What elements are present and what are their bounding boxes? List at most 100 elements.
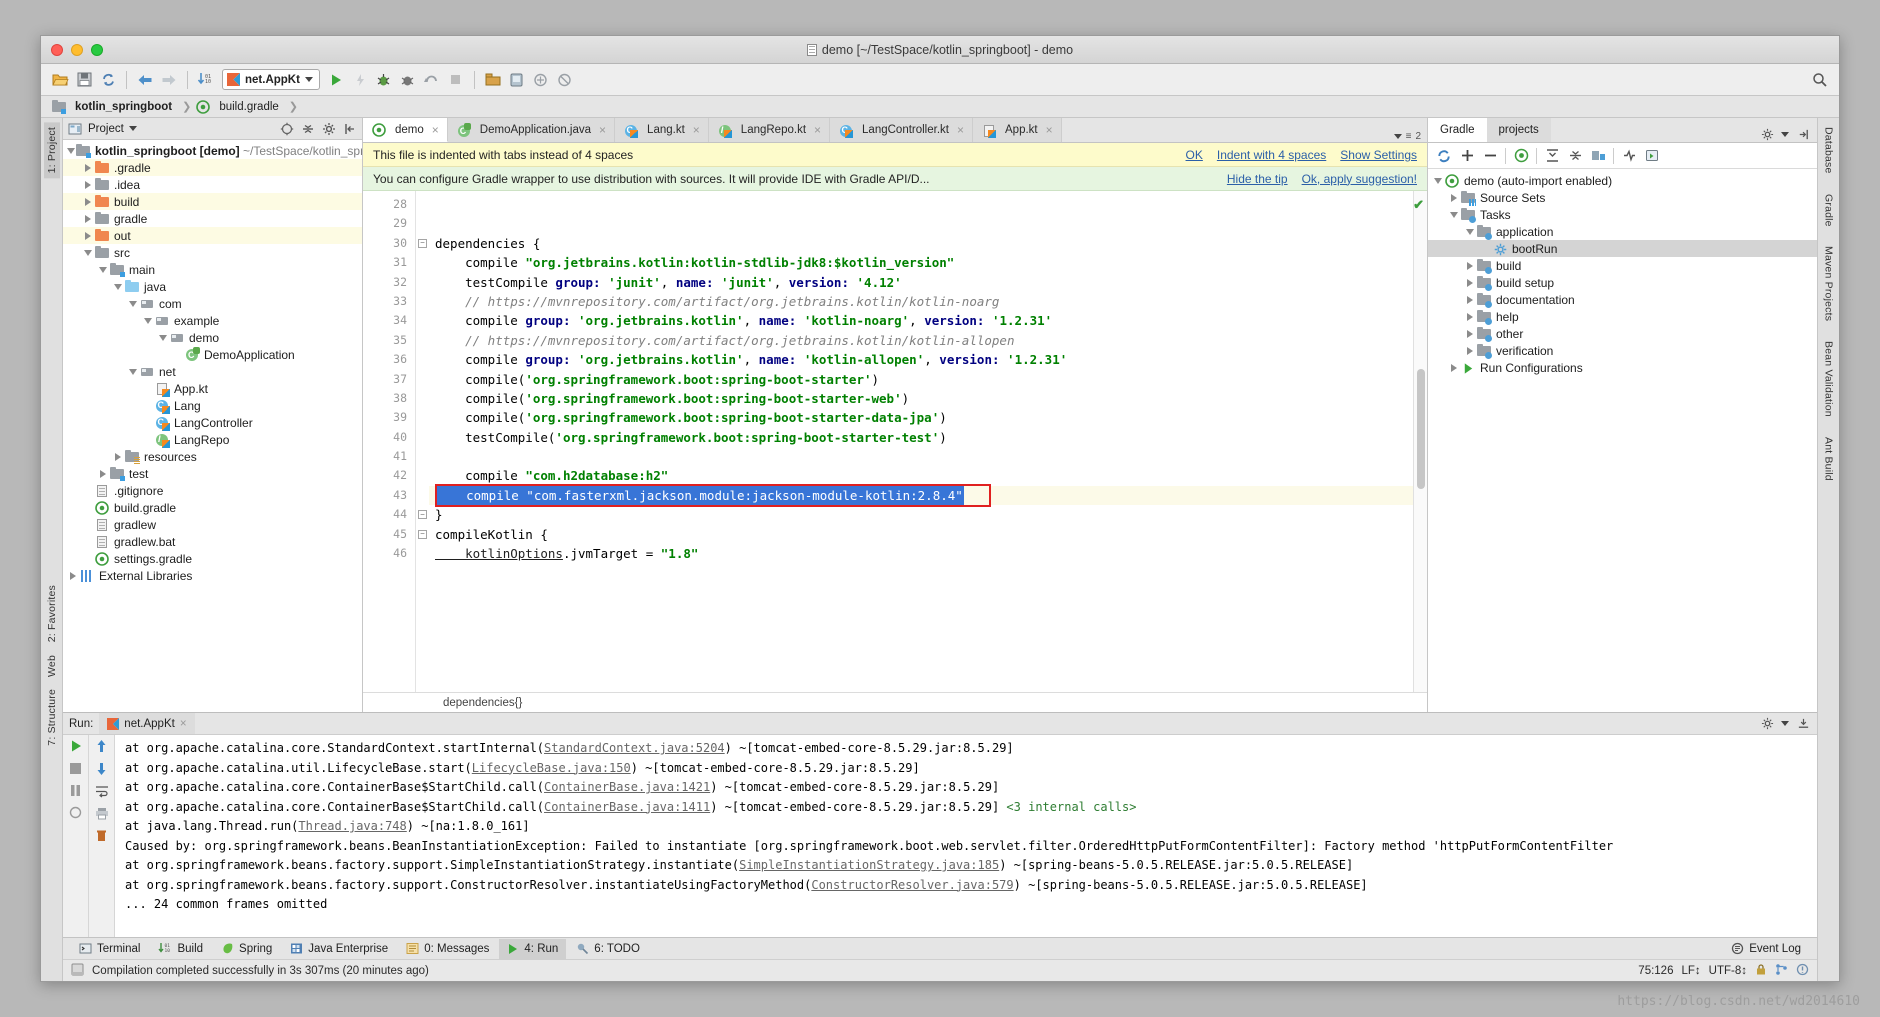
expand-toggle[interactable] [127, 300, 139, 307]
gear-icon[interactable] [321, 121, 337, 137]
fold-marker[interactable] [416, 408, 429, 427]
fold-marker[interactable] [416, 486, 429, 505]
run-with-coverage-icon[interactable] [349, 69, 371, 91]
editor-tab-demoapplication-java[interactable]: C DemoApplication.java × [447, 118, 616, 142]
notification-action-settings[interactable]: Show Settings [1340, 148, 1417, 162]
project-tree-node-langcontroller[interactable]: C LangController [63, 414, 362, 431]
project-tree-node-out[interactable]: out [63, 227, 362, 244]
gradle-tree-node-other[interactable]: other [1428, 325, 1817, 342]
project-panel-chevron-down-icon[interactable] [128, 126, 137, 131]
gradle-tree-node-source-sets[interactable]: Source Sets [1428, 189, 1817, 206]
editor-tab-langcontroller-kt[interactable]: C LangController.kt × [830, 118, 973, 142]
gradle-tree-node-tasks[interactable]: Tasks [1428, 206, 1817, 223]
right-tool-rail[interactable]: Database Gradle Maven Projects Bean Vali… [1817, 118, 1839, 981]
sidebar-item-ant-build[interactable]: Ant Build [1821, 432, 1837, 486]
close-icon[interactable]: × [693, 123, 700, 137]
code-line[interactable]: // https://mvnrepository.com/artifact/or… [429, 331, 1413, 350]
soft-wrap-icon[interactable] [95, 785, 109, 801]
fold-marker[interactable] [416, 311, 429, 330]
expand-toggle[interactable] [97, 469, 109, 478]
expand-toggle[interactable] [1464, 295, 1476, 304]
close-icon[interactable]: × [957, 123, 964, 137]
expand-toggle[interactable] [1464, 329, 1476, 338]
notification-action-ok[interactable]: OK [1186, 148, 1203, 162]
status-caret-position[interactable]: 75:126 [1638, 965, 1673, 977]
collapse-all-icon[interactable] [300, 121, 316, 137]
inspection-icon[interactable] [1796, 963, 1809, 979]
fold-marker[interactable] [416, 253, 429, 272]
expand-toggle[interactable] [127, 368, 139, 375]
code-line[interactable]: testCompile('org.springframework.boot:sp… [429, 428, 1413, 447]
navigation-bar[interactable]: kotlin_springboot ❯ build.gradle ❯ [41, 96, 1839, 118]
stop-icon[interactable] [69, 762, 82, 778]
fold-marker[interactable] [416, 389, 429, 408]
debug-icon[interactable] [373, 69, 395, 91]
fold-marker[interactable] [416, 447, 429, 466]
fold-marker[interactable] [416, 214, 429, 233]
tool-window-button-4-run[interactable]: 4: Run [499, 938, 567, 959]
run-chevron-down-icon[interactable] [1781, 721, 1789, 726]
code-line[interactable]: compile('org.springframework.boot:spring… [429, 408, 1413, 427]
run-actions-column-2[interactable] [89, 735, 115, 937]
hide-panel-icon[interactable] [342, 121, 358, 137]
project-tree-node-src[interactable]: src [63, 244, 362, 261]
breadcrumb-item-file[interactable]: build.gradle [193, 97, 286, 117]
stack-trace-link[interactable]: LifecycleBase.java:150 [472, 761, 631, 775]
close-icon[interactable]: × [599, 123, 606, 137]
editor-scrollbar[interactable]: ✔ [1413, 191, 1427, 692]
close-window-button[interactable] [51, 43, 63, 56]
status-encoding[interactable]: UTF-8↕ [1709, 965, 1747, 977]
gradle-tabs[interactable]: Gradle projects [1428, 118, 1817, 143]
gradle-tree-node-demo-auto-import-enabled-[interactable]: demo (auto-import enabled) [1428, 172, 1817, 189]
fold-marker[interactable] [416, 428, 429, 447]
expand-toggle[interactable] [112, 283, 124, 290]
fold-marker[interactable] [416, 350, 429, 369]
stack-trace-link[interactable]: ContainerBase.java:1421 [544, 780, 710, 794]
sync-icon[interactable] [97, 69, 119, 91]
gradle-tree-node-build[interactable]: build [1428, 257, 1817, 274]
code-line[interactable]: } [429, 505, 1413, 524]
code-line[interactable]: compile "org.jetbrains.kotlin:kotlin-std… [429, 253, 1413, 272]
code-line[interactable]: compile group: 'org.jetbrains.kotlin', n… [429, 311, 1413, 330]
gradle-tool-window[interactable]: Gradle projects demo (auto-import enable… [1427, 118, 1817, 712]
project-tree-node--idea[interactable]: .idea [63, 176, 362, 193]
remove-icon[interactable] [1482, 148, 1498, 164]
sidebar-item-bean-validation[interactable]: Bean Validation [1821, 336, 1837, 422]
editor-tabs-overflow[interactable]: ≡ 2 [1062, 131, 1427, 142]
gradle-gear-icon[interactable] [1759, 126, 1775, 142]
forward-icon[interactable] [158, 69, 180, 91]
project-panel-header[interactable]: Project [63, 118, 362, 140]
project-tree-node-test[interactable]: test [63, 465, 362, 482]
fold-marker[interactable] [416, 195, 429, 214]
tab-projects[interactable]: projects [1486, 118, 1551, 142]
build-icon[interactable] [482, 69, 504, 91]
code-content[interactable]: dependencies { compile "org.jetbrains.ko… [429, 191, 1413, 692]
expand-toggle[interactable] [1448, 363, 1460, 372]
window-controls[interactable] [41, 43, 103, 56]
tabs-list-icon[interactable]: ≡ [1406, 131, 1412, 142]
maximize-window-button[interactable] [91, 43, 103, 56]
expand-toggle[interactable] [97, 266, 109, 273]
project-tree-node-com[interactable]: com [63, 295, 362, 312]
event-log-button[interactable]: Event Log [1723, 939, 1809, 959]
status-line-separator[interactable]: LF↕ [1681, 965, 1700, 977]
fold-marker[interactable]: − [416, 525, 429, 544]
expand-toggle[interactable] [1448, 193, 1460, 202]
editor-bottom-breadcrumb[interactable]: dependencies{} [363, 692, 1427, 712]
editor-tabs[interactable]: demo × C DemoApplication.java × C Lang.kt × I Lan… [363, 118, 1427, 143]
print-icon[interactable] [95, 807, 109, 823]
tool-window-button-6-todo[interactable]: 6: TODO [568, 939, 648, 959]
code-line[interactable] [429, 195, 1413, 214]
refresh-icon[interactable] [1436, 148, 1452, 164]
fold-marker[interactable] [416, 273, 429, 292]
chevron-down-icon[interactable] [304, 77, 313, 82]
collapse-all-icon[interactable] [1567, 148, 1583, 164]
execute-task-icon[interactable] [1644, 148, 1660, 164]
code-line[interactable] [429, 214, 1413, 233]
gradle-chevron-down-icon[interactable] [1781, 131, 1789, 137]
tool-window-button-spring[interactable]: Spring [213, 939, 280, 959]
notification-action-apply[interactable]: Ok, apply suggestion! [1302, 172, 1417, 186]
lock-icon[interactable] [1755, 963, 1767, 979]
run-gear-icon[interactable] [1759, 716, 1775, 732]
stop-icon[interactable] [445, 69, 467, 91]
